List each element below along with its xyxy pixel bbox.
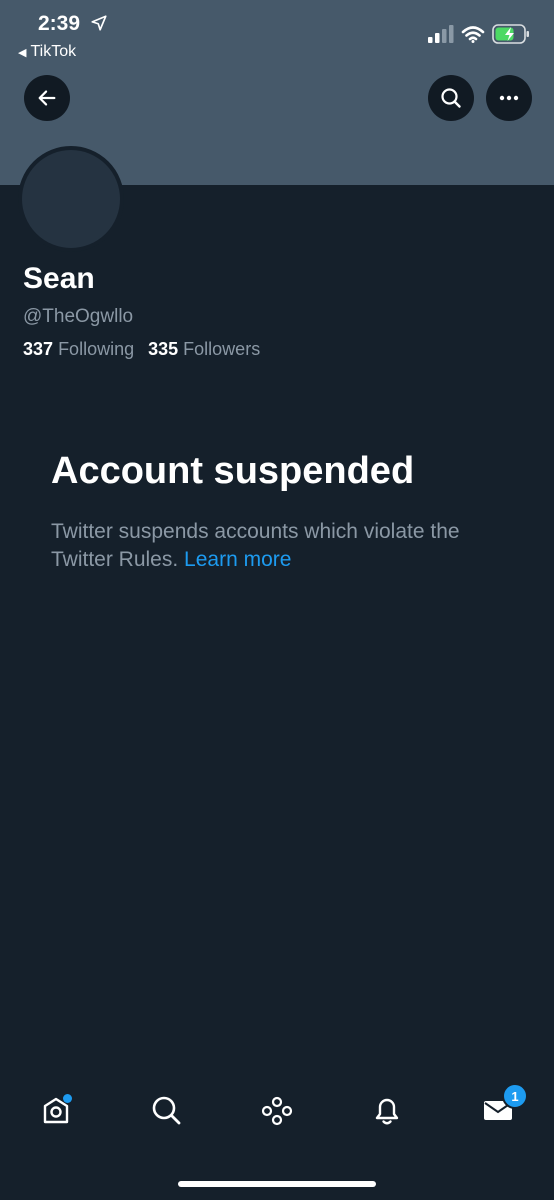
bell-icon <box>375 1098 399 1125</box>
profile-handle: @TheOgwllo <box>23 306 134 327</box>
bottom-tab-bar: 1 <box>0 1083 554 1150</box>
wifi-icon <box>461 26 485 43</box>
search-button[interactable] <box>428 75 474 121</box>
profile-name: Sean <box>23 262 95 295</box>
arrow-left-icon <box>38 90 56 106</box>
following-label: Following <box>58 339 135 359</box>
following-count: 337 <box>23 339 54 359</box>
suspension-message: Twitter suspends accounts which violate … <box>51 518 511 574</box>
status-time: 2:39 <box>38 12 81 35</box>
tab-spaces[interactable] <box>257 1090 297 1130</box>
followers-label: Followers <box>183 339 261 359</box>
more-options-button[interactable] <box>486 75 532 121</box>
suspension-title: Account suspended <box>51 450 415 492</box>
learn-more-link[interactable]: Learn more <box>184 548 291 571</box>
status-bar: 2:39 ◀ TikTok <box>0 0 554 70</box>
spaces-icon <box>261 1096 293 1126</box>
tab-notifications[interactable] <box>367 1090 407 1130</box>
followers-count: 335 <box>148 339 179 359</box>
search-icon <box>152 1096 181 1125</box>
followers-link[interactable]: 335 Followers <box>148 339 260 359</box>
home-indicator[interactable] <box>178 1181 376 1187</box>
tab-search[interactable] <box>146 1090 186 1130</box>
more-dots-icon <box>499 95 519 101</box>
cellular-signal-icon <box>428 25 454 43</box>
profile-stats: 337 Following 335 Followers <box>23 339 260 360</box>
avatar[interactable] <box>18 146 124 252</box>
tab-home[interactable] <box>36 1090 76 1130</box>
tab-messages[interactable]: 1 <box>478 1083 528 1130</box>
back-to-app-link[interactable]: ◀ TikTok <box>18 43 76 61</box>
back-button[interactable] <box>24 75 70 121</box>
messages-count-badge: 1 <box>502 1083 528 1109</box>
search-icon <box>441 88 461 108</box>
following-link[interactable]: 337 Following <box>23 339 134 359</box>
battery-charging-icon <box>492 24 529 44</box>
home-new-dot <box>63 1094 72 1103</box>
location-arrow-icon <box>91 15 107 31</box>
back-app-label: TikTok <box>30 43 77 60</box>
back-triangle-icon: ◀ <box>18 47 27 59</box>
